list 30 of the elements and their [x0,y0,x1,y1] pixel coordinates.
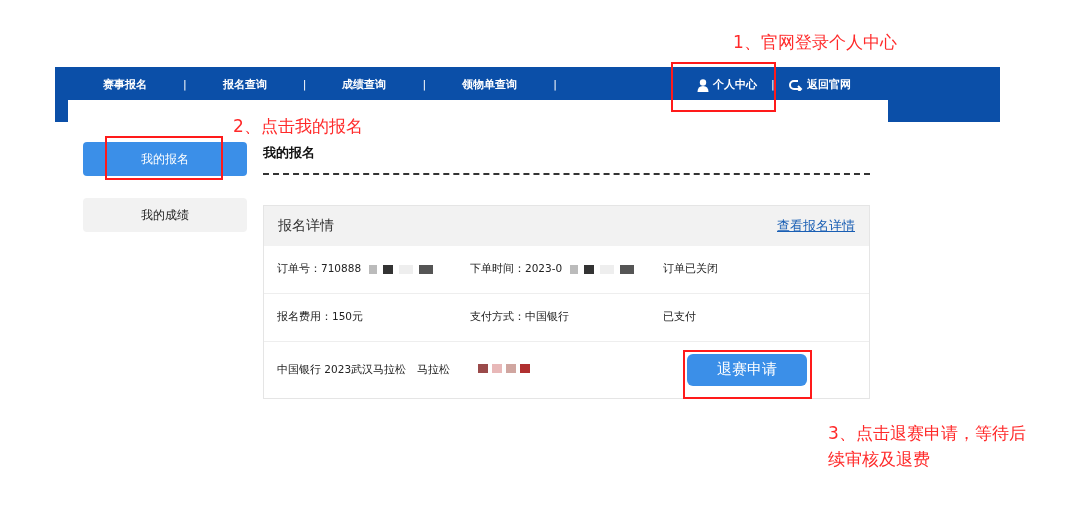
annotation-text: 2、点击我的报名 [233,115,363,138]
section-title: 我的报名 [263,144,316,162]
detail-text: 报名费用：150元 [277,309,364,325]
nav-link[interactable]: 领物单查询 [462,77,518,94]
nav-separator: | [302,77,307,93]
details-link[interactable]: 查看报名详情 [777,215,855,236]
annotation-text: 3、点击退赛申请，等待后续审核及退费 [828,422,1027,471]
return-arrow-icon [788,79,803,92]
nav-link[interactable]: 赛事报名 [103,77,147,94]
annotation-text: 1、官网登录个人中心 [733,31,897,54]
user-icon [697,78,709,92]
redaction-blocks [369,264,434,274]
detail-text: 下单时间：2023-0 [470,261,563,277]
nav-separator: | [183,77,187,93]
nav-separator: | [771,77,775,93]
user-center-link[interactable]: 个人中心 [697,77,757,94]
detail-text: 订单已关闭 [663,261,718,277]
detail-text: 订单号：710888 [277,261,362,277]
sidebar-item[interactable]: 我的成绩 [83,198,247,232]
nav-separator: | [553,77,557,93]
detail-text: 中国银行 2023武汉马拉松 马拉松 [277,362,451,375]
nav-link[interactable]: 成绩查询 [342,77,387,94]
nav-link[interactable]: 报名查询 [222,77,267,94]
back-link[interactable]: 返回官网 [788,77,851,94]
redaction-blocks [478,363,530,373]
detail-text: 支付方式：中国银行 [470,309,569,325]
detail-text: 已支付 [663,309,696,325]
nav-separator: | [422,77,427,93]
redaction-blocks [570,264,635,274]
card-title: 报名详情 [278,216,334,235]
